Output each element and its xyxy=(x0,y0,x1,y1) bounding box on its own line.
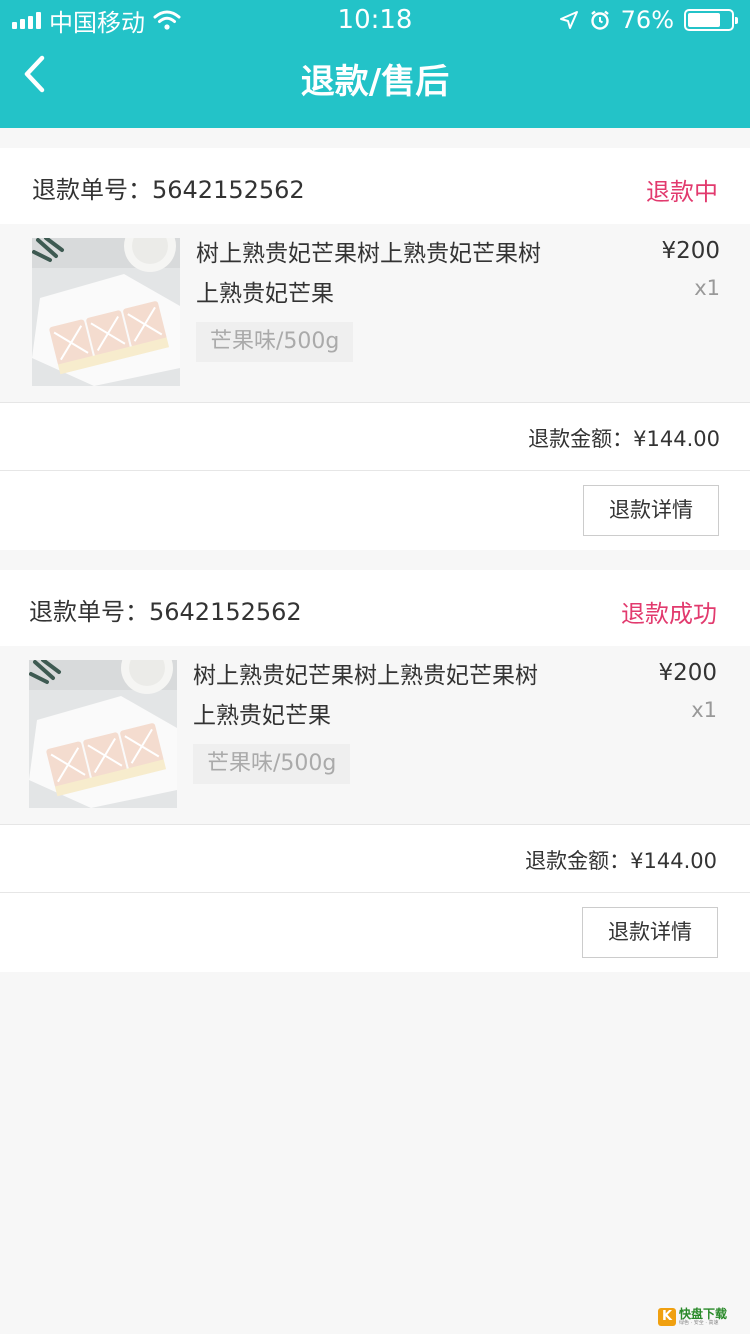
refund-amount: 退款金额：¥144.00 xyxy=(525,845,717,875)
location-icon xyxy=(559,11,578,29)
order-number-line: 退款单号：5642152562 xyxy=(29,592,302,627)
order-header: 退款单号：5642152562 退款中 xyxy=(0,148,750,224)
product-item[interactable]: 树上熟贵妃芒果树上熟贵妃芒果树上熟贵妃芒果 芒果味/500g ¥200 x1 xyxy=(0,224,750,402)
refund-detail-button[interactable]: 退款详情 xyxy=(583,485,719,536)
refund-order-card: 退款单号：5642152562 退款中 树上熟贵妃芒果树上熟贵妃芒果树上熟贵妃芒… xyxy=(0,148,750,550)
status-bar: 中国移动 10:18 76% xyxy=(0,0,750,40)
nav-bar: 退款/售后 xyxy=(0,40,750,128)
watermark-text: 快盘下载 绿色 · 安全 · 高速 xyxy=(679,1308,727,1326)
product-quantity: x1 xyxy=(694,276,720,300)
product-image xyxy=(32,238,180,386)
order-header: 退款单号：5642152562 退款成功 xyxy=(0,570,750,646)
refund-amount-row: 退款金额：¥144.00 xyxy=(0,824,750,892)
product-price: ¥200 xyxy=(658,660,717,686)
product-spec: 芒果味/500g xyxy=(193,744,351,784)
product-name: 树上熟贵妃芒果树上熟贵妃芒果树上熟贵妃芒果 xyxy=(193,663,538,729)
refund-amount: 退款金额：¥144.00 xyxy=(528,423,720,453)
page-title: 退款/售后 xyxy=(300,62,450,102)
order-number-line: 退款单号：5642152562 xyxy=(32,170,305,205)
product-image xyxy=(29,660,177,808)
order-number: 5642152562 xyxy=(149,598,302,626)
product-price: ¥200 xyxy=(661,238,720,264)
refund-amount-row: 退款金额：¥144.00 xyxy=(0,402,750,470)
refund-amount-label: 退款金额： xyxy=(525,849,631,873)
product-name: 树上熟贵妃芒果树上熟贵妃芒果树上熟贵妃芒果 xyxy=(196,241,541,307)
action-row: 退款详情 xyxy=(0,892,750,972)
watermark-k-icon: K xyxy=(658,1308,676,1326)
watermark-brand: 快盘下载 xyxy=(679,1307,728,1321)
product-quantity: x1 xyxy=(691,698,717,722)
status-right: 76% xyxy=(559,6,738,34)
action-row: 退款详情 xyxy=(0,470,750,550)
app-header: 中国移动 10:18 76% 退款/售后 xyxy=(0,0,750,128)
product-item[interactable]: 树上熟贵妃芒果树上熟贵妃芒果树上熟贵妃芒果 芒果味/500g ¥200 x1 xyxy=(0,646,750,824)
refund-order-card: 退款单号：5642152562 退款成功 树上熟贵妃芒果树上熟贵妃芒果树上熟贵妃… xyxy=(0,570,750,972)
watermark-logo: K 快盘下载 绿色 · 安全 · 高速 xyxy=(658,1304,744,1330)
order-number-label: 退款单号： xyxy=(32,176,152,204)
battery-percent: 76% xyxy=(620,6,674,34)
refund-status: 退款成功 xyxy=(621,600,717,628)
product-spec: 芒果味/500g xyxy=(196,322,354,362)
refund-detail-button[interactable]: 退款详情 xyxy=(582,907,718,958)
refund-amount-value: ¥144.00 xyxy=(633,427,720,451)
order-number: 5642152562 xyxy=(152,176,305,204)
refund-amount-value: ¥144.00 xyxy=(630,849,717,873)
battery-icon xyxy=(684,9,738,31)
refund-amount-label: 退款金额： xyxy=(528,427,634,451)
refund-status: 退款中 xyxy=(646,178,718,206)
alarm-icon xyxy=(590,10,609,30)
order-number-label: 退款单号： xyxy=(29,598,149,626)
